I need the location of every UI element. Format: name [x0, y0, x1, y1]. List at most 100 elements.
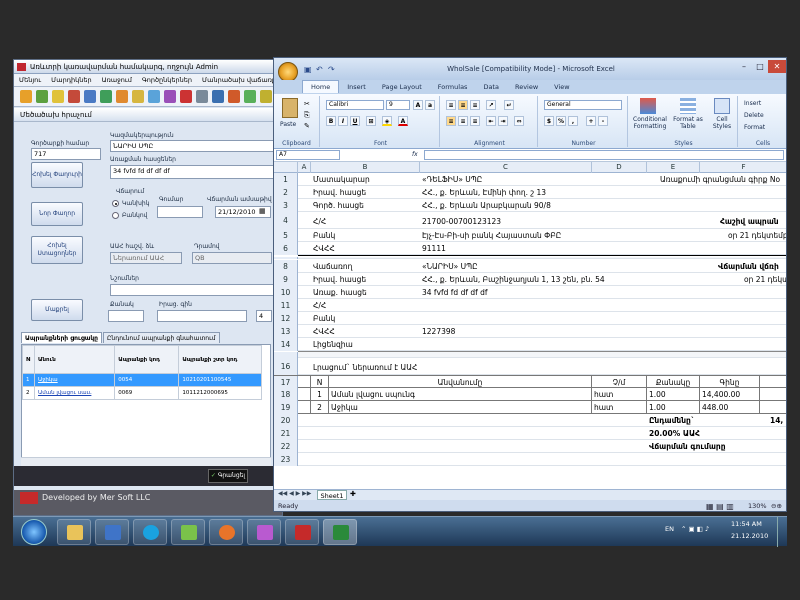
cell[interactable]: 1 [311, 388, 329, 401]
table-row[interactable]: 1 Աջիկա 0054 10210201100545 [21, 373, 262, 387]
clock-date[interactable]: 21.12.2010 [731, 532, 768, 540]
grid-header[interactable]: N [21, 345, 36, 374]
increase-decimal-icon[interactable]: + [586, 116, 596, 126]
row-number[interactable]: 21 [274, 427, 298, 440]
tab-insert[interactable]: Insert [339, 80, 374, 94]
row-number[interactable]: 16 [274, 358, 298, 375]
language-indicator[interactable]: EN [665, 525, 674, 533]
clock-time[interactable]: 11:54 AM [731, 520, 762, 528]
cell[interactable]: Գործ. հասցե [313, 199, 364, 212]
taskbar-skype[interactable] [133, 519, 167, 545]
office-button-icon[interactable] [278, 62, 298, 82]
tab-review[interactable]: Review [507, 80, 546, 94]
product-link[interactable]: Աման լվացու սաււ [38, 390, 91, 396]
increase-indent-icon[interactable]: ⇥ [498, 116, 508, 126]
taskbar-firefox[interactable] [209, 519, 243, 545]
tray-icons[interactable]: ⌃ ▣ ◧ ♪ [681, 525, 709, 533]
currency-select[interactable]: QB [192, 252, 272, 264]
toolbar-icon[interactable] [148, 90, 160, 103]
menu-item[interactable]: Մանրածախ վաճառք [197, 74, 281, 86]
view-mode-icon[interactable]: ▦ ▤ ▥ [706, 500, 734, 511]
taskbar-excel[interactable] [323, 519, 357, 545]
cut-icon[interactable]: ✂ [304, 100, 310, 108]
vat-select[interactable]: Ներառում ԱԱՀ [110, 252, 182, 264]
cell[interactable]: Իրավ. հասցե [313, 186, 366, 199]
calendar-icon[interactable]: ▦ [259, 207, 266, 215]
decrease-decimal-icon[interactable]: - [598, 116, 608, 126]
sheet-tab[interactable]: Sheet1 [317, 490, 347, 500]
cell[interactable]: Վճարման գումարը [649, 440, 726, 453]
redo-icon[interactable]: ↷ [328, 65, 335, 74]
cell[interactable]: օր 21 դեկտեմ [744, 273, 786, 286]
toolbar-icon[interactable] [212, 90, 224, 103]
show-desktop-button[interactable] [777, 517, 787, 547]
cell[interactable]: 14, [770, 414, 783, 427]
save-icon[interactable]: ▣ [304, 65, 312, 74]
row-number[interactable]: 23 [274, 453, 298, 466]
tab-formulas[interactable]: Formulas [430, 80, 476, 94]
cell[interactable] [298, 401, 311, 414]
font-name-box[interactable]: Calibri [326, 100, 384, 110]
column-header[interactable]: A [298, 162, 311, 173]
menu-item[interactable]: Առաջում [97, 74, 137, 86]
minimize-icon[interactable]: – [736, 60, 752, 73]
cell[interactable]: Հ/Հ [313, 299, 326, 312]
close-icon[interactable]: ✕ [768, 60, 786, 73]
cell-styles-icon[interactable] [714, 98, 730, 114]
bold-icon[interactable]: B [326, 116, 336, 126]
comma-icon[interactable]: , [568, 116, 578, 126]
cell[interactable]: 14,400.00 [700, 388, 760, 401]
qty-field[interactable] [108, 310, 144, 322]
toolbar-icon[interactable] [164, 90, 176, 103]
cell[interactable]: ՀՎՀՀ [313, 325, 335, 338]
toolbar-icon[interactable] [116, 90, 128, 103]
toolbar-icon[interactable] [52, 90, 64, 103]
cell[interactable]: Բանկ [313, 312, 335, 325]
toolbar-icon[interactable] [68, 90, 80, 103]
format-table-icon[interactable] [680, 98, 696, 114]
doc-no-field[interactable]: 717 [31, 148, 101, 160]
cell[interactable]: ՀՀ., ք. Երևան, Էմինի փող. շ 13 [422, 186, 546, 199]
row-number[interactable]: 18 [274, 388, 298, 401]
column-header[interactable]: B [311, 162, 420, 173]
taskbar-mersoft[interactable] [285, 519, 319, 545]
toolbar-icon[interactable] [20, 90, 32, 103]
toolbar-icon[interactable] [100, 90, 112, 103]
fx-label[interactable]: fx [412, 151, 418, 158]
cell[interactable]: Աման լվացու սպունգ [329, 388, 592, 401]
align-right-icon[interactable]: ≡ [470, 116, 480, 126]
cell[interactable]: Լրացում` ներառում է ԱԱՀ [313, 361, 417, 374]
number-format-box[interactable]: General [544, 100, 622, 110]
row-number[interactable]: 9 [274, 273, 298, 286]
align-middle-icon[interactable]: ≡ [458, 100, 468, 110]
start-button-icon[interactable] [21, 519, 47, 545]
grow-font-icon[interactable]: A [413, 100, 423, 110]
cell[interactable]: ՀՀ., ք. Երևան, Բաշինջաղյան 1, 13 շեն, բն… [422, 273, 605, 286]
fill-color-icon[interactable]: ◈ [382, 116, 392, 126]
grid-header[interactable]: Անուն [34, 345, 116, 374]
conditional-formatting-icon[interactable] [640, 98, 656, 114]
cell[interactable]: հատ [592, 401, 647, 414]
shrink-font-icon[interactable]: a [425, 100, 435, 110]
cell[interactable]: 1.00 [647, 388, 700, 401]
row-number[interactable]: 6 [274, 242, 298, 255]
cell[interactable]: Աջիկա [329, 401, 592, 414]
row-number[interactable]: 13 [274, 325, 298, 338]
noncash-radio[interactable] [112, 212, 119, 219]
toolbar-icon[interactable] [244, 90, 256, 103]
taskbar-explorer[interactable] [57, 519, 91, 545]
grid-cell-link[interactable]: Աջիկա [34, 373, 116, 387]
row-number[interactable]: 5 [274, 229, 298, 242]
table-row[interactable]: 2 Աման լվացու սաււ 0069 1011212000695 [21, 386, 262, 400]
cell[interactable]: հատ [592, 388, 647, 401]
change-contact-button[interactable]: Հոխել Փաղուրի [31, 162, 83, 188]
taskbar-network[interactable] [171, 519, 205, 545]
formula-input[interactable] [424, 150, 784, 160]
toolbar-icon[interactable] [36, 90, 48, 103]
merge-center-icon[interactable]: ⇔ [514, 116, 524, 126]
price-field[interactable] [157, 310, 247, 322]
cell[interactable]: Առաք. հասցե [313, 286, 367, 299]
paste-icon[interactable] [282, 98, 298, 118]
new-contact-button[interactable]: Նոր Փաղոր [31, 202, 83, 226]
row-number[interactable]: 8 [274, 260, 298, 273]
